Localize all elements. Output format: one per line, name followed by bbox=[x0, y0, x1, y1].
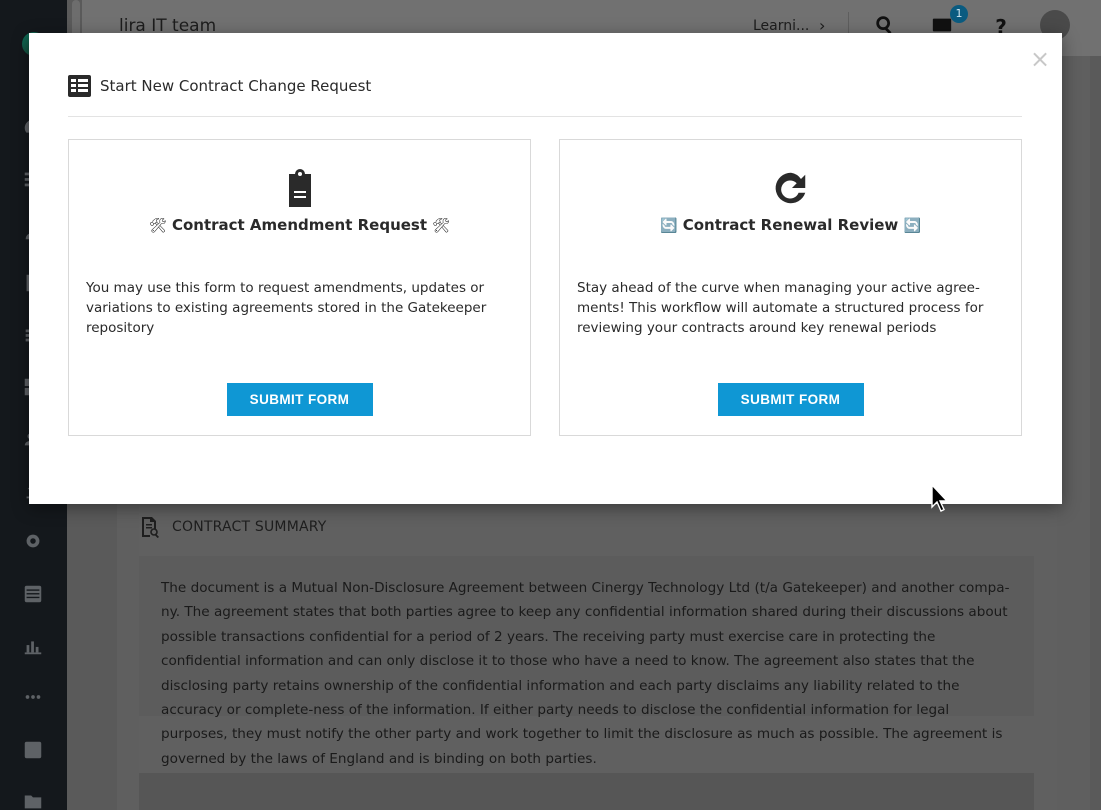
summary-footer bbox=[139, 773, 1034, 810]
form-card-contract-amendment: 🛠 Contract Amendment Request 🛠 You may u… bbox=[68, 139, 531, 436]
form-title-text: Contract Amendment Request bbox=[171, 216, 428, 234]
folder-icon[interactable] bbox=[20, 790, 46, 810]
table-icon bbox=[68, 75, 91, 97]
star-icon[interactable] bbox=[20, 739, 46, 765]
bar-chart-icon[interactable] bbox=[20, 635, 46, 661]
form-card-contract-renewal: 🔄 Contract Renewal Review 🔄 Stay ahead o… bbox=[559, 139, 1022, 436]
modal-title: Start New Contract Change Request bbox=[100, 77, 372, 95]
tools-icon: 🛠 bbox=[148, 218, 167, 234]
notification-badge: 1 bbox=[950, 5, 968, 23]
close-icon[interactable]: × bbox=[1028, 45, 1052, 73]
repeat-icon: 🔄 bbox=[660, 218, 678, 234]
submit-form-button[interactable]: SUBMIT FORM bbox=[717, 383, 864, 416]
tools-icon: 🛠 bbox=[432, 218, 451, 234]
more-icon[interactable] bbox=[20, 686, 46, 712]
divider bbox=[68, 116, 1022, 117]
refresh-icon bbox=[771, 168, 811, 208]
modal-header: Start New Contract Change Request bbox=[68, 73, 371, 99]
document-search-icon bbox=[142, 517, 159, 538]
summary-title: CONTRACT SUMMARY bbox=[172, 519, 327, 535]
form-title: 🔄 Contract Renewal Review 🔄 bbox=[560, 216, 1021, 234]
learning-link[interactable]: Learni... bbox=[753, 18, 809, 34]
gear-icon[interactable] bbox=[20, 530, 46, 556]
form-description: You may use this form to request amendme… bbox=[86, 280, 487, 336]
mouse-cursor-icon bbox=[931, 484, 949, 512]
form-title: 🛠 Contract Amendment Request 🛠 bbox=[69, 216, 530, 234]
summary-text: The document is a Mutual Non-Disclosure … bbox=[161, 580, 1010, 767]
table-icon[interactable] bbox=[20, 583, 46, 609]
clipboard-icon bbox=[280, 168, 320, 208]
form-description: Stay ahead of the curve when managing yo… bbox=[577, 280, 984, 336]
contract-change-modal: × Start New Contract Change Request 🛠 Co… bbox=[29, 33, 1062, 504]
summary-header: CONTRACT SUMMARY bbox=[140, 514, 327, 540]
form-title-text: Contract Renewal Review bbox=[682, 216, 899, 234]
repeat-icon: 🔄 bbox=[903, 218, 921, 234]
submit-form-button[interactable]: SUBMIT FORM bbox=[226, 383, 373, 416]
